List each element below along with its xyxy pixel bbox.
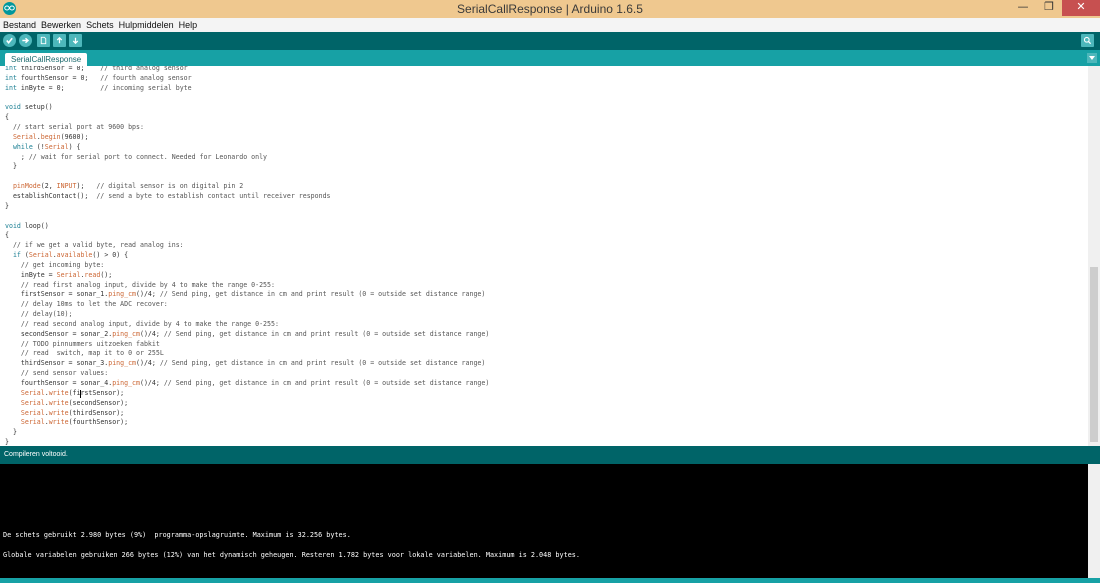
- code-line[interactable]: Serial.begin(9600);: [5, 133, 88, 141]
- code-line[interactable]: int fourthSensor = 0; // fourth analog s…: [5, 74, 192, 82]
- code-line[interactable]: {: [5, 231, 9, 239]
- code-line[interactable]: {: [5, 113, 9, 121]
- code-line[interactable]: Serial.write(firstSensor);: [5, 389, 124, 397]
- console-line: Globale variabelen gebruiken 266 bytes (…: [3, 551, 580, 559]
- code-line[interactable]: while (!Serial) {: [5, 143, 81, 151]
- code-line[interactable]: ; // wait for serial port to connect. Ne…: [5, 153, 267, 161]
- maximize-button[interactable]: ❐: [1036, 0, 1062, 16]
- code-line[interactable]: }: [5, 438, 9, 446]
- code-line[interactable]: // read switch, map it to 0 or 255L: [5, 349, 164, 357]
- code-line[interactable]: void loop(): [5, 222, 49, 230]
- chevron-down-icon: [1089, 56, 1095, 60]
- editor-scrollbar[interactable]: [1088, 66, 1100, 446]
- code-line[interactable]: thirdSensor = sonar_3.ping_cm()/4; // Se…: [5, 359, 486, 367]
- code-line[interactable]: // send sensor values:: [5, 369, 108, 377]
- console-line: De schets gebruikt 2.980 bytes (9%) prog…: [3, 531, 351, 539]
- title-bar: SerialCallResponse | Arduino 1.6.5 — ❐ ✕: [0, 0, 1100, 18]
- status-bar: Compileren voltooid.: [0, 446, 1100, 464]
- code-line[interactable]: Serial.write(thirdSensor);: [5, 409, 124, 417]
- magnifier-icon: [1083, 36, 1092, 45]
- tab-serialcallresponse[interactable]: SerialCallResponse: [5, 53, 88, 66]
- close-button[interactable]: ✕: [1062, 0, 1100, 16]
- code-line[interactable]: // delay(10);: [5, 310, 73, 318]
- code-line[interactable]: fourthSensor = sonar_4.ping_cm()/4; // S…: [5, 379, 489, 387]
- code-text[interactable]: int thirdSensor = 0; // third analog sen…: [5, 66, 489, 446]
- code-line[interactable]: // start serial port at 9600 bps:: [5, 123, 144, 131]
- code-line[interactable]: int inByte = 0; // incoming serial byte: [5, 84, 192, 92]
- new-button[interactable]: [37, 34, 50, 47]
- code-line[interactable]: // read second analog input, divide by 4…: [5, 320, 279, 328]
- open-icon: [56, 36, 63, 44]
- code-line[interactable]: }: [5, 202, 9, 210]
- toolbar: [0, 32, 1100, 50]
- minimize-button[interactable]: —: [1010, 0, 1036, 16]
- menu-item-schets[interactable]: Schets: [83, 18, 116, 32]
- save-button[interactable]: [69, 34, 82, 47]
- editor-scrollbar-thumb[interactable]: [1090, 267, 1098, 442]
- code-line[interactable]: Serial.write(fourthSensor);: [5, 418, 128, 426]
- code-line[interactable]: // TODO pinnummers uitzoeken fabkit: [5, 340, 160, 348]
- code-line[interactable]: Serial.write(secondSensor);: [5, 399, 128, 407]
- code-line[interactable]: secondSensor = sonar_2.ping_cm()/4; // S…: [5, 330, 489, 338]
- code-line[interactable]: // read first analog input, divide by 4 …: [5, 281, 275, 289]
- upload-button[interactable]: [19, 34, 32, 47]
- code-line[interactable]: void setup(): [5, 103, 53, 111]
- upload-icon: [22, 37, 30, 44]
- new-icon: [40, 36, 47, 45]
- window-title: SerialCallResponse | Arduino 1.6.5: [457, 2, 643, 16]
- console-output: De schets gebruikt 2.980 bytes (9%) prog…: [0, 464, 1088, 578]
- menu-item-hulpmiddelen[interactable]: Hulpmiddelen: [116, 18, 176, 32]
- verify-button[interactable]: [3, 34, 16, 47]
- code-line[interactable]: establishContact(); // send a byte to es…: [5, 192, 331, 200]
- text-cursor: [80, 390, 82, 399]
- console-scrollbar[interactable]: [1088, 464, 1100, 578]
- code-line[interactable]: inByte = Serial.read();: [5, 271, 112, 279]
- code-line[interactable]: }: [5, 428, 17, 436]
- save-icon: [72, 37, 79, 45]
- verify-icon: [6, 37, 13, 45]
- bottom-bar: [0, 578, 1100, 583]
- tab-bar: SerialCallResponse: [0, 50, 1100, 66]
- code-line[interactable]: if (Serial.available() > 0) {: [5, 251, 128, 259]
- menu-item-help[interactable]: Help: [176, 18, 200, 32]
- serial-monitor-button[interactable]: [1081, 34, 1094, 47]
- code-line[interactable]: // get incoming byte:: [5, 261, 104, 269]
- code-line[interactable]: // if we get a valid byte, read analog i…: [5, 241, 184, 249]
- code-line[interactable]: pinMode(2, INPUT); // digital sensor is …: [5, 182, 243, 190]
- code-line[interactable]: // delay 10ms to let the ADC recover:: [5, 300, 168, 308]
- code-line[interactable]: firstSensor = sonar_1.ping_cm()/4; // Se…: [5, 290, 486, 298]
- status-message: Compileren voltooid.: [4, 451, 68, 458]
- code-line[interactable]: int thirdSensor = 0; // third analog sen…: [5, 66, 188, 72]
- menu-bar: Bestand Bewerken Schets Hulpmiddelen Help: [0, 18, 1100, 32]
- tab-menu-button[interactable]: [1087, 53, 1097, 63]
- open-button[interactable]: [53, 34, 66, 47]
- menu-item-bestand[interactable]: Bestand: [0, 18, 38, 32]
- menu-item-bewerken[interactable]: Bewerken: [38, 18, 83, 32]
- code-editor[interactable]: int thirdSensor = 0; // third analog sen…: [0, 66, 1088, 446]
- code-line[interactable]: }: [5, 162, 17, 170]
